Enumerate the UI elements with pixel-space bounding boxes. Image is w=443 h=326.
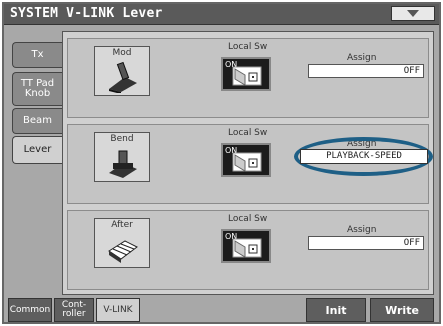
tab-common-label: Common	[9, 304, 51, 315]
tab-tx[interactable]: Tx	[12, 42, 62, 68]
switch-icon	[232, 238, 262, 258]
init-button-label: Init	[325, 303, 347, 317]
mod-lever-icon	[109, 61, 137, 93]
after-icon-box: After	[94, 218, 150, 268]
tab-tx-label: Tx	[31, 49, 44, 60]
init-button[interactable]: Init	[306, 298, 366, 322]
bend-lever-icon	[109, 150, 137, 178]
tab-common[interactable]: Common	[8, 298, 52, 322]
mod-assign-label: Assign	[347, 53, 377, 63]
bend-assign-value[interactable]: PLAYBACK-SPEED	[300, 149, 428, 164]
after-assign-value[interactable]: OFF	[308, 236, 424, 250]
tab-tt-pad-knob[interactable]: TT Pad Knob	[12, 72, 62, 106]
mod-assign-value[interactable]: OFF	[308, 64, 424, 78]
tab-controller-label: Cont- roller	[61, 300, 87, 319]
switch-icon	[232, 66, 262, 86]
after-local-sw-toggle[interactable]: ON	[221, 229, 271, 263]
after-icon-label: After	[111, 220, 133, 230]
tab-lever[interactable]: Lever	[12, 136, 62, 164]
after-assign-label: Assign	[347, 225, 377, 235]
mod-local-sw-toggle[interactable]: ON	[221, 57, 271, 91]
after-row: After Local Sw ON Assign OFF	[67, 210, 429, 290]
tab-v-link-label: V-LINK	[103, 304, 133, 315]
tab-lever-label: Lever	[23, 144, 52, 155]
tab-v-link[interactable]: V-LINK	[96, 298, 140, 322]
write-button-label: Write	[385, 303, 419, 317]
tab-beam-label: Beam	[23, 115, 52, 126]
bottom-bar: Common Cont- roller V-LINK Init Write	[4, 296, 439, 322]
aftertouch-keyboard-icon	[108, 240, 138, 263]
title-bar: SYSTEM V-LINK Lever	[4, 4, 439, 25]
bend-icon-box: Bend	[94, 132, 150, 182]
menu-dropdown-button[interactable]	[391, 6, 435, 21]
bend-local-sw-toggle[interactable]: ON	[221, 143, 271, 177]
write-button[interactable]: Write	[370, 298, 434, 322]
mod-icon-box: Mod	[94, 46, 150, 96]
bend-local-sw-label: Local Sw	[228, 128, 268, 138]
dropdown-arrow-icon	[407, 10, 419, 17]
switch-icon	[232, 152, 262, 172]
tab-controller[interactable]: Cont- roller	[54, 298, 94, 322]
after-local-sw-label: Local Sw	[228, 214, 268, 224]
tab-tt-pad-knob-label: TT Pad Knob	[20, 78, 55, 99]
mod-icon-label: Mod	[112, 48, 132, 58]
mod-local-sw-label: Local Sw	[228, 42, 268, 52]
window-title: SYSTEM V-LINK Lever	[10, 6, 163, 21]
mod-row: Mod Local Sw ON Assign OFF	[67, 38, 429, 118]
vlink-lever-screen: SYSTEM V-LINK Lever Tx TT Pad Knob Beam …	[2, 2, 441, 324]
bend-row: Bend Local Sw ON Assign PLAYBACK-SPEED	[67, 124, 433, 204]
tab-beam[interactable]: Beam	[12, 108, 62, 134]
lever-settings-panel: Mod Local Sw ON Assign OFF Bend Local Sw…	[62, 31, 434, 295]
bend-icon-label: Bend	[110, 134, 134, 144]
